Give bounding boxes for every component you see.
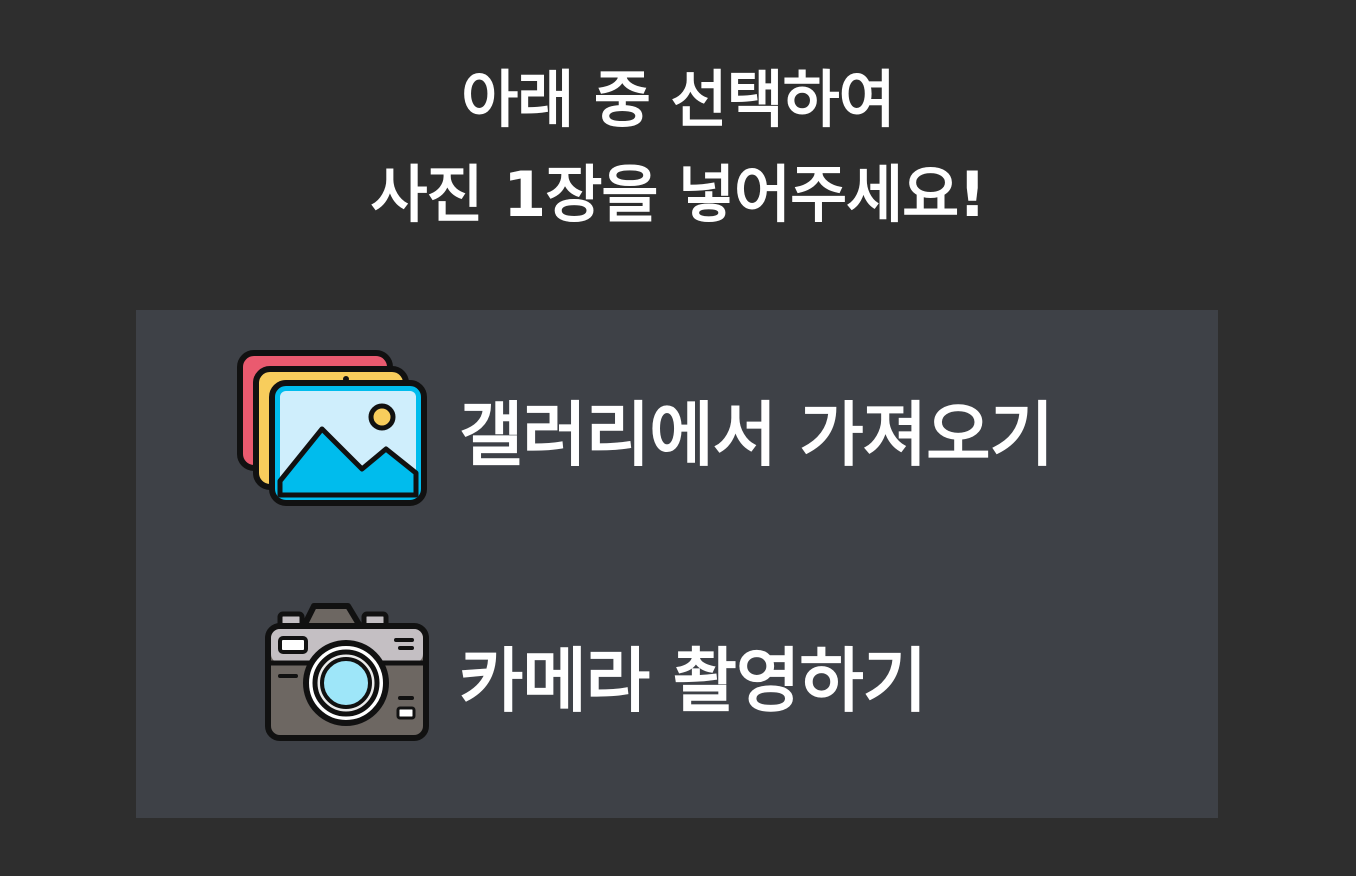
gallery-option-label: 갤러리에서 가져오기 [459,393,1054,476]
camera-option-button[interactable]: 카메라 촬영하기 [236,590,1136,760]
title-line-1: 아래 중 선택하여 [461,63,895,136]
gallery-option-button[interactable]: 갤러리에서 가져오기 [236,344,1136,514]
gallery-icon [236,344,431,514]
title-line-2: 사진 1장을 넣어주세요! [370,158,987,231]
camera-icon [236,590,431,760]
camera-option-label: 카메라 촬영하기 [459,639,927,722]
options-panel: 갤러리에서 가져오기 카메라 촬영하기 [136,310,1218,818]
page-title: 아래 중 선택하여 사진 1장을 넣어주세요! [0,52,1356,242]
